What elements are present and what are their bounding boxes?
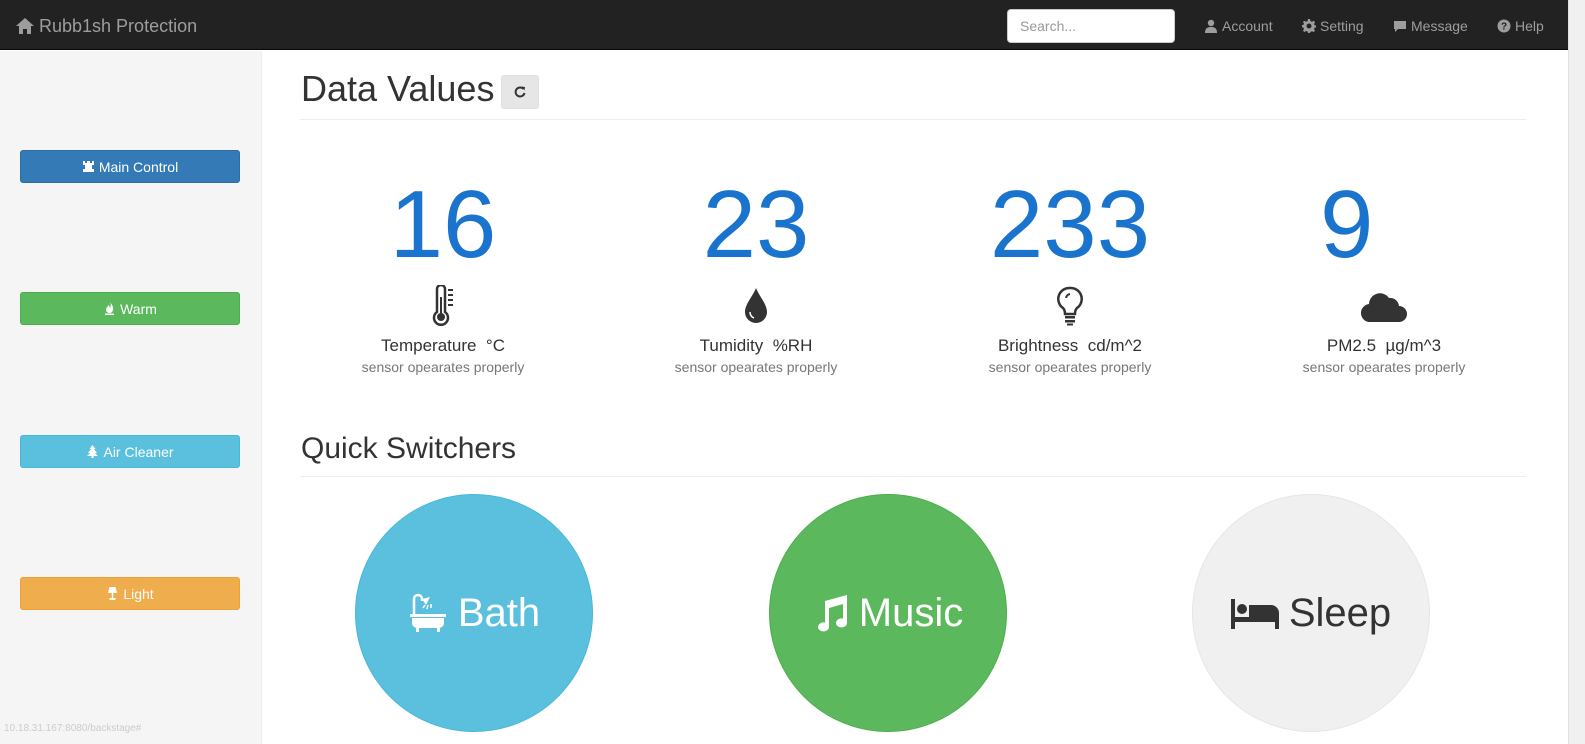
nav-account-label: Account — [1222, 18, 1273, 34]
bath-label: Bath — [457, 590, 541, 635]
question-circle-icon: ? — [1497, 19, 1511, 33]
air-cleaner-label: Air Cleaner — [103, 443, 174, 460]
gear-icon — [1302, 19, 1316, 33]
nav-message-label: Message — [1411, 18, 1468, 34]
metric-status: sensor opearates properly — [1302, 359, 1466, 375]
air-cleaner-button[interactable]: Air Cleaner — [20, 435, 240, 468]
metric-pm25: 9 PM2.5 µg/m^3 sensor opearates properly — [1234, 170, 1534, 375]
warm-label: Warm — [120, 300, 157, 317]
metric-brightness: 233 Brightness cd/m^2 sensor opearates p… — [920, 170, 1220, 375]
divider — [300, 476, 1526, 477]
user-icon — [1205, 19, 1217, 33]
metric-value: 23 — [702, 171, 810, 278]
home-icon — [16, 18, 34, 34]
bathtub-icon — [409, 593, 446, 632]
main-control-label: Main Control — [98, 158, 179, 175]
refresh-icon — [514, 86, 526, 98]
nav-help-label: Help — [1515, 18, 1544, 34]
brand-title: Rubb1sh Protection — [39, 15, 198, 36]
status-url: 10.18.31.167:8080/backstage# — [4, 723, 142, 734]
lamp-icon — [108, 587, 118, 600]
nav-account-link[interactable]: Account — [1204, 17, 1273, 35]
bed-icon — [1230, 599, 1279, 629]
comment-icon — [1394, 21, 1406, 32]
water-drop-icon — [606, 284, 906, 328]
metric-status: sensor opearates properly — [361, 359, 525, 375]
metric-label: PM2.5 µg/m^3 — [1326, 336, 1442, 355]
thermometer-icon — [293, 284, 593, 328]
metric-value: 16 — [389, 171, 497, 278]
quick-switchers-title: Quick Switchers — [301, 432, 517, 465]
metric-label: Temperature °C — [381, 336, 505, 355]
music-note-icon — [817, 595, 847, 632]
light-label: Light — [123, 585, 154, 602]
sleep-switch-button[interactable]: Sleep — [1192, 494, 1430, 732]
sleep-label: Sleep — [1288, 590, 1392, 635]
tower-icon — [82, 161, 94, 172]
metric-status: sensor opearates properly — [988, 359, 1152, 375]
metric-temperature: 16 Temperature °C sensor opearates prope… — [293, 170, 593, 375]
music-switch-button[interactable]: Music — [769, 494, 1007, 732]
nav-setting-link[interactable]: Setting — [1302, 17, 1364, 35]
nav-message-link[interactable]: Message — [1393, 17, 1468, 35]
tree-icon — [87, 445, 99, 458]
fire-icon — [105, 302, 115, 315]
search-input[interactable] — [1007, 9, 1175, 43]
nav-help-link[interactable]: ? Help — [1497, 17, 1544, 35]
sidebar: Main Control Warm Air Cleaner Light 10.1… — [0, 51, 262, 744]
refresh-button[interactable] — [501, 75, 539, 109]
brand-link[interactable]: Rubb1sh Protection — [15, 14, 197, 38]
metric-label: Tumidity %RH — [699, 336, 813, 355]
cloud-icon — [1234, 284, 1534, 328]
metric-humidity: 23 Tumidity %RH sensor opearates properl… — [606, 170, 906, 375]
metric-status: sensor opearates properly — [674, 359, 838, 375]
warm-button[interactable]: Warm — [20, 292, 240, 325]
svg-text:?: ? — [1501, 22, 1507, 33]
light-bulb-icon — [920, 284, 1220, 328]
light-button[interactable]: Light — [20, 577, 240, 610]
metric-value: 233 — [989, 171, 1151, 278]
data-values-title: Data Values — [301, 68, 495, 109]
top-navbar: Rubb1sh Protection Account Setting Messa… — [0, 0, 1568, 50]
metric-label: Brightness cd/m^2 — [997, 336, 1143, 355]
music-label: Music — [858, 590, 964, 635]
main-control-button[interactable]: Main Control — [20, 150, 240, 183]
nav-setting-label: Setting — [1320, 18, 1364, 34]
divider — [300, 119, 1526, 120]
page-scrollbar[interactable] — [1568, 0, 1585, 744]
metric-value: 9 — [1320, 171, 1374, 278]
bath-switch-button[interactable]: Bath — [355, 494, 593, 732]
